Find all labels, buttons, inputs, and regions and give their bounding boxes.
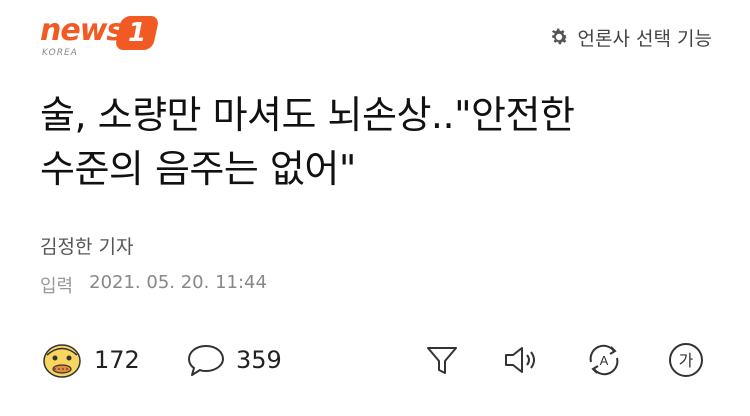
- reaction-count: 172: [94, 346, 140, 374]
- translate-button[interactable]: A: [584, 340, 624, 380]
- emoji-reaction-icon: [43, 344, 81, 378]
- title-line-2: 수준의 음주는 없어": [40, 147, 356, 191]
- translate-letter: A: [600, 353, 609, 368]
- news1-logo[interactable]: news 1 KOREA: [40, 14, 165, 60]
- title-line-1: 술, 소량만 마셔도 뇌손상.."안전한: [40, 93, 575, 137]
- date-row: 입력 2021. 05. 20. 11:44: [40, 272, 267, 298]
- logo-badge-number: 1: [127, 18, 147, 48]
- font-size-button[interactable]: 가: [666, 340, 706, 380]
- logo-badge: 1: [114, 16, 160, 50]
- text-to-speech-button[interactable]: [500, 340, 540, 380]
- logo-sub: KOREA: [42, 48, 78, 58]
- header: news 1 KOREA 언론사 선택 기능: [0, 0, 750, 70]
- translate-icon: A: [589, 344, 619, 376]
- font-size-label: 가: [679, 351, 694, 370]
- speaker-icon: [505, 347, 535, 373]
- reporter-name[interactable]: 김정한 기자: [40, 232, 133, 259]
- article-toolbar: 172 359 A 가: [0, 330, 750, 390]
- date-value: 2021. 05. 20. 11:44: [89, 272, 267, 293]
- comment-count: 359: [236, 346, 282, 374]
- article-title: 술, 소량만 마셔도 뇌손상.."안전한 수준의 음주는 없어": [40, 88, 720, 196]
- gear-icon: [551, 28, 568, 45]
- press-select-label: 언론사 선택 기능: [577, 27, 712, 50]
- reaction-button[interactable]: 172: [40, 342, 140, 378]
- logo-word: news: [40, 13, 124, 48]
- summary-filter-icon: [427, 347, 457, 374]
- press-select-button[interactable]: 언론사 선택 기능: [548, 22, 712, 52]
- comment-bubble-icon: [188, 345, 224, 376]
- date-label: 입력: [40, 276, 74, 297]
- summary-button[interactable]: [422, 340, 462, 380]
- font-size-icon: 가: [669, 343, 703, 377]
- comment-button[interactable]: 359: [186, 342, 282, 378]
